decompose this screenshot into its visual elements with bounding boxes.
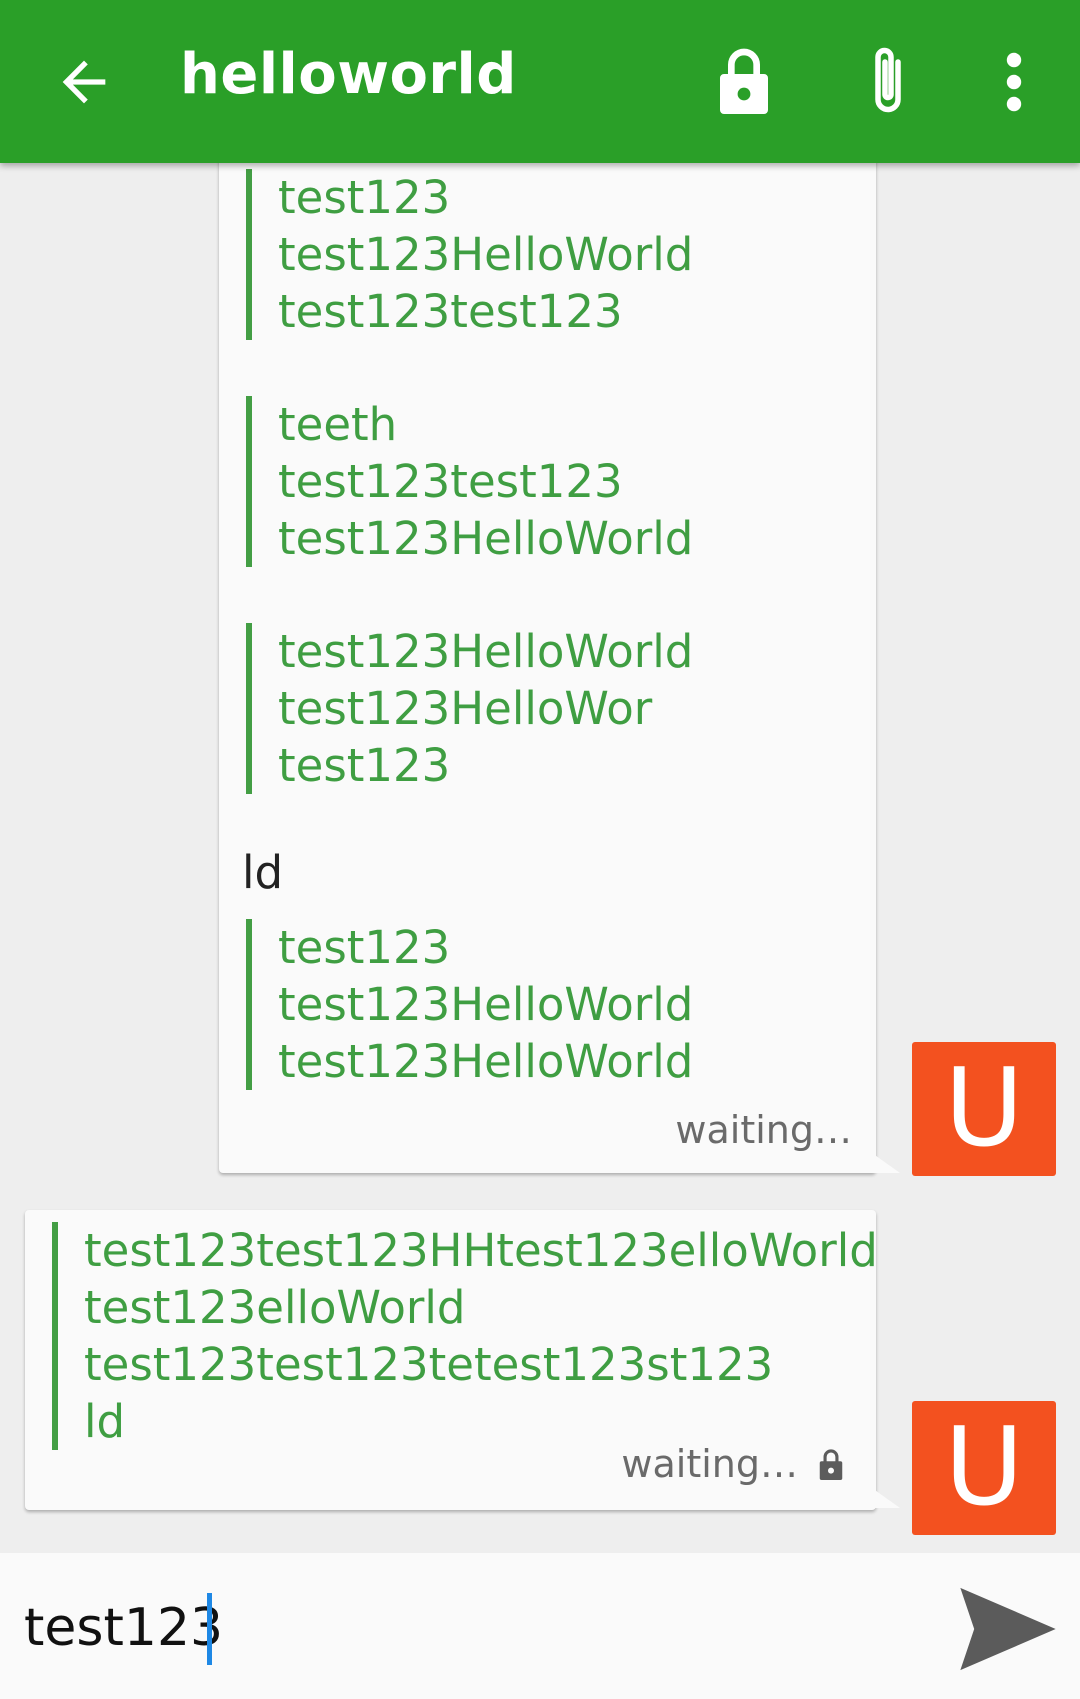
paperclip-icon[interactable] bbox=[862, 42, 914, 122]
quote-block: test123 test123HelloWorld test123test123 bbox=[246, 169, 693, 340]
message-list[interactable]: test123 test123HelloWorld test123test123… bbox=[0, 163, 1080, 1553]
text-caret bbox=[207, 1593, 212, 1665]
app-bar: helloworld bbox=[0, 0, 1080, 163]
compose-bar: test123 bbox=[0, 1553, 1080, 1699]
quote-line: test123elloWorld bbox=[84, 1281, 466, 1334]
quote-line: test123test123 bbox=[278, 285, 623, 338]
message-input[interactable]: test123 bbox=[24, 1583, 924, 1673]
quote-block: test123 test123HelloWorld test123HelloWo… bbox=[246, 919, 693, 1090]
quote-line: test123HelloWorld bbox=[278, 625, 694, 678]
quote-line: teeth bbox=[278, 398, 398, 451]
send-icon[interactable] bbox=[956, 1577, 1060, 1681]
conversation-title: helloworld bbox=[180, 42, 517, 107]
quote-block: test123HelloWorld test123HelloWor test12… bbox=[246, 623, 693, 794]
quote-line: test123HelloWorld bbox=[278, 228, 694, 281]
quote-line: test123 bbox=[278, 739, 451, 792]
quote-block: test123test123HHtest123elloWorld test123… bbox=[52, 1222, 878, 1450]
message-body: test123test123HHtest123elloWorld test123… bbox=[52, 1222, 878, 1450]
quote-line: test123HelloWorld bbox=[278, 978, 694, 1031]
lock-icon[interactable] bbox=[712, 44, 776, 120]
quote-line: test123test123tetest123st123 bbox=[84, 1338, 774, 1391]
message-status: waiting… bbox=[621, 1442, 798, 1486]
lock-icon bbox=[819, 1449, 843, 1480]
avatar[interactable]: U bbox=[912, 1042, 1056, 1176]
message-body: test123 test123HelloWorld test123test123… bbox=[242, 169, 693, 1090]
quote-line: test123 bbox=[278, 171, 451, 224]
bubble-tail bbox=[872, 1488, 900, 1508]
quote-line: test123HelloWorld bbox=[278, 512, 694, 565]
message-bubble[interactable]: test123test123HHtest123elloWorld test123… bbox=[25, 1210, 878, 1510]
message-text: ld bbox=[242, 846, 284, 899]
quote-line: test123 bbox=[278, 921, 451, 974]
back-arrow-icon[interactable] bbox=[52, 50, 116, 114]
more-vert-icon[interactable] bbox=[996, 50, 1032, 114]
quote-line: test123HelloWor bbox=[278, 682, 653, 735]
avatar[interactable]: U bbox=[912, 1401, 1056, 1535]
chat-screen: helloworld test123 test123HelloWorld tes… bbox=[0, 0, 1080, 1699]
message-status: waiting… bbox=[675, 1108, 852, 1152]
quote-line: test123HelloWorld bbox=[278, 1035, 694, 1088]
quote-block: teeth test123test123 test123HelloWorld bbox=[246, 396, 693, 567]
message-bubble[interactable]: test123 test123HelloWorld test123test123… bbox=[219, 163, 876, 1173]
bubble-tail bbox=[872, 1153, 900, 1173]
quote-line: test123test123HHtest123elloWorld bbox=[84, 1224, 878, 1277]
quote-line: test123test123 bbox=[278, 455, 623, 508]
